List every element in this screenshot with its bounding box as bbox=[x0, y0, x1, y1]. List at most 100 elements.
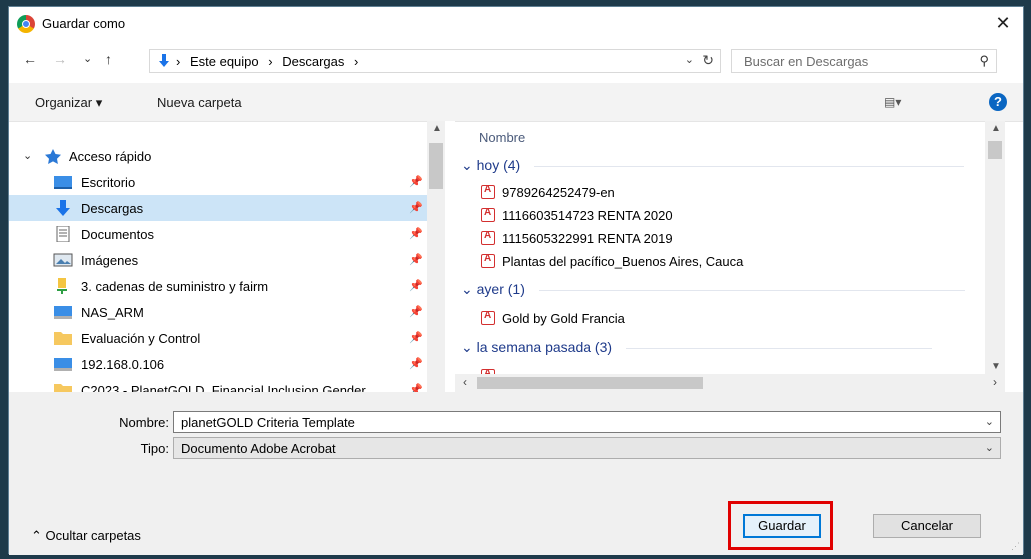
folder-icon bbox=[54, 384, 72, 392]
chevron-down-icon[interactable]: ⌄ bbox=[985, 441, 994, 454]
file-list: Nombre ⌄ hoy (4) 9789264252479-en 111660… bbox=[455, 121, 985, 374]
address-bar[interactable]: › Este equipo › Descargas › ⌄ ↻ bbox=[149, 49, 721, 73]
navigation-bar: ← → ⌄ ↑ › Este equipo › Descargas › ⌄ ↻ … bbox=[9, 45, 1023, 77]
pin-icon: 📌 bbox=[409, 280, 423, 292]
search-icon: ⚲ bbox=[979, 53, 989, 68]
file-list-scrollbar[interactable]: ▲ ▼ bbox=[985, 121, 1005, 374]
refresh-icon[interactable]: ↻ bbox=[702, 52, 714, 69]
chevron-down-icon[interactable]: ⌄ bbox=[985, 415, 994, 428]
sidebar-item-imagenes[interactable]: Imágenes 📌 bbox=[9, 247, 427, 273]
pin-icon: 📌 bbox=[409, 384, 423, 392]
network-drive-icon bbox=[54, 306, 72, 319]
navigation-scrollbar[interactable]: ▲ bbox=[427, 121, 445, 392]
scroll-up-icon[interactable]: ▲ bbox=[432, 123, 442, 134]
sidebar-item-evaluacion[interactable]: Evaluación y Control 📌 bbox=[9, 325, 427, 351]
name-label: Nombre: bbox=[119, 415, 169, 430]
documents-icon bbox=[56, 226, 70, 242]
address-dropdown-icon[interactable]: ⌄ bbox=[685, 53, 694, 66]
desktop-icon bbox=[54, 176, 72, 189]
recent-locations-button[interactable]: ⌄ bbox=[83, 52, 92, 65]
filename-input[interactable]: planetGOLD Criteria Template ⌄ bbox=[173, 411, 1001, 433]
hide-folders-toggle[interactable]: ⌃ Ocultar carpetas bbox=[31, 528, 141, 544]
navigation-pane: ⌄ Acceso rápido Escritorio 📌 Descargas 📌… bbox=[9, 121, 445, 392]
group-divider bbox=[538, 289, 965, 291]
breadcrumb-sep[interactable]: › bbox=[354, 54, 358, 69]
save-form: Nombre: planetGOLD Criteria Template ⌄ T… bbox=[9, 392, 1023, 555]
pane-divider[interactable] bbox=[445, 121, 455, 392]
close-button[interactable]: ✕ bbox=[989, 11, 1017, 35]
breadcrumb: › Este equipo › Descargas › bbox=[176, 54, 364, 69]
sidebar-item-ip[interactable]: 192.168.0.106 📌 bbox=[9, 351, 427, 377]
chevron-up-icon: ⌃ bbox=[31, 528, 42, 543]
column-header-name[interactable]: Nombre bbox=[479, 130, 525, 145]
pin-icon: 📌 bbox=[409, 228, 423, 240]
chevron-down-icon[interactable]: ⌄ bbox=[461, 339, 473, 355]
star-icon bbox=[45, 149, 61, 164]
cancel-button[interactable]: Cancelar bbox=[873, 514, 981, 538]
scroll-up-icon[interactable]: ▲ bbox=[991, 123, 1001, 134]
save-as-dialog: Guardar como ✕ ← → ⌄ ↑ › Este equipo › D… bbox=[8, 6, 1024, 555]
type-label: Tipo: bbox=[140, 441, 169, 456]
group-header-last-week[interactable]: ⌄ la semana pasada (3) bbox=[461, 339, 932, 356]
sidebar-item-cadenas[interactable]: 3. cadenas de suministro y fairm 📌 bbox=[9, 273, 427, 299]
scroll-right-icon[interactable]: › bbox=[993, 375, 997, 389]
scroll-down-icon[interactable]: ▼ bbox=[991, 361, 1001, 372]
scroll-thumb[interactable] bbox=[429, 143, 443, 189]
tree-label: Acceso rápido bbox=[69, 149, 152, 164]
back-button[interactable]: ← bbox=[23, 51, 37, 67]
chevron-down-icon[interactable]: ⌄ bbox=[461, 157, 473, 173]
pin-icon: 📌 bbox=[409, 332, 423, 344]
pdf-icon bbox=[481, 184, 495, 199]
sidebar-item-label: NAS_ARM bbox=[81, 305, 144, 320]
sidebar-item-descargas[interactable]: Descargas 📌 bbox=[9, 195, 427, 221]
group-divider bbox=[625, 347, 932, 349]
filename-value: planetGOLD Criteria Template bbox=[181, 415, 355, 430]
scroll-left-icon[interactable]: ‹ bbox=[463, 375, 467, 389]
file-name: 1116603514723 RENTA 2020 bbox=[502, 208, 673, 223]
breadcrumb-descargas[interactable]: Descargas bbox=[282, 54, 344, 69]
group-header-today[interactable]: ⌄ hoy (4) bbox=[461, 157, 965, 174]
group-label: la semana pasada (3) bbox=[476, 339, 613, 355]
sidebar-item-escritorio[interactable]: Escritorio 📌 bbox=[9, 169, 427, 195]
images-icon bbox=[53, 253, 73, 267]
up-button[interactable]: ↑ bbox=[105, 51, 112, 67]
scroll-thumb[interactable] bbox=[988, 141, 1002, 159]
resize-grip-icon[interactable]: ⋰ bbox=[1011, 541, 1020, 552]
group-label: ayer (1) bbox=[476, 281, 525, 297]
tree-quick-access[interactable]: ⌄ Acceso rápido bbox=[9, 143, 427, 169]
breadcrumb-este-equipo[interactable]: Este equipo bbox=[190, 54, 259, 69]
sidebar-item-label: Descargas bbox=[81, 201, 144, 216]
pin-icon: 📌 bbox=[409, 176, 423, 188]
group-divider bbox=[534, 165, 965, 167]
network-drive-icon bbox=[54, 358, 72, 371]
download-folder-icon bbox=[56, 200, 70, 216]
sidebar-item-label: 3. cadenas de suministro y fairm bbox=[81, 279, 269, 294]
group-header-yesterday[interactable]: ⌄ ayer (1) bbox=[461, 281, 965, 298]
file-name: 1115605322991 RENTA 2019 bbox=[502, 231, 673, 246]
search-box[interactable]: Buscar en Descargas ⚲ bbox=[731, 49, 997, 73]
sidebar-item-nas-arm[interactable]: NAS_ARM 📌 bbox=[9, 299, 427, 325]
organize-button[interactable]: Organizar ▾ bbox=[35, 95, 102, 111]
chevron-down-icon[interactable]: ⌄ bbox=[461, 281, 473, 297]
pin-icon: 📌 bbox=[409, 358, 423, 370]
file-type-select[interactable]: Documento Adobe Acrobat ⌄ bbox=[173, 437, 1001, 459]
help-icon[interactable]: ? bbox=[989, 93, 1007, 111]
pdf-icon bbox=[481, 207, 495, 222]
folder-icon bbox=[54, 332, 72, 345]
hide-folders-label: Ocultar carpetas bbox=[45, 528, 141, 543]
view-options-icon[interactable]: ▤▾ bbox=[884, 95, 901, 109]
sidebar-item-c2023[interactable]: C2023 - PlanetGOLD_Financial Inclusion G… bbox=[9, 377, 427, 392]
sidebar-item-documentos[interactable]: Documentos 📌 bbox=[9, 221, 427, 247]
horizontal-scrollbar[interactable]: ‹ › bbox=[455, 374, 1005, 392]
window-title: Guardar como bbox=[42, 16, 126, 31]
new-folder-button[interactable]: Nueva carpeta bbox=[157, 95, 242, 110]
search-placeholder: Buscar en Descargas bbox=[744, 54, 869, 69]
scroll-thumb[interactable] bbox=[477, 377, 703, 389]
sidebar-item-label: Escritorio bbox=[81, 175, 136, 190]
download-arrow-icon bbox=[159, 54, 169, 67]
pdf-icon bbox=[481, 230, 495, 245]
forward-button[interactable]: → bbox=[53, 51, 67, 67]
chevron-down-icon[interactable]: ⌄ bbox=[23, 149, 32, 162]
pin-icon: 📌 bbox=[409, 306, 423, 318]
pin-icon: 📌 bbox=[409, 202, 423, 214]
